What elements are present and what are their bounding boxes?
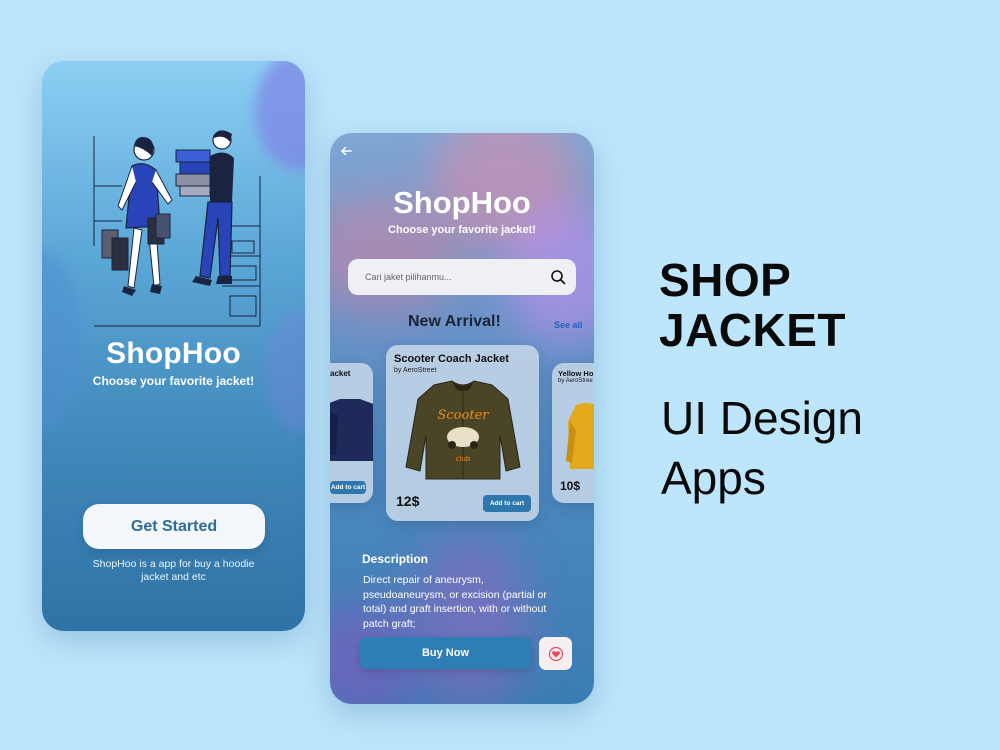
brand-tagline: Choose your favorite jacket! [388,224,536,236]
subheadline: UI Design Apps [661,388,991,508]
svg-text:Scooter: Scooter [438,408,490,423]
description-body: Direct repair of aneurysm, pseudoaneurys… [363,574,547,630]
onboarding-screen: ShopHoo Choose your favorite jacket! Get… [42,61,305,631]
headline-line-1: SHOP [659,254,792,306]
subheadline-line-2: Apps [661,452,766,504]
brand-title: ShopHoo [106,337,241,370]
favorite-button[interactable] [539,637,572,670]
product-card[interactable]: Yellow Ho by AeroStree 10$ [552,363,594,503]
hoodie-image [566,403,594,469]
heart-icon [548,646,563,661]
shopping-couple-illustration [93,130,261,327]
card-title: acket [330,369,351,378]
subheadline-line-1: UI Design [661,392,863,444]
card-brand: by AeroStree [558,378,593,384]
card-title: Scooter Coach Jacket [394,353,509,365]
brand-title: ShopHoo [393,185,531,220]
card-price: 12$ [396,493,420,509]
decorative-blob [255,61,305,171]
add-to-cart-button[interactable]: Add to cart [330,481,366,494]
jacket-image [330,399,373,461]
headline: SHOP JACKET [659,255,989,355]
product-screen: ShopHoo Choose your favorite jacket! New… [330,133,594,704]
product-card[interactable]: acket Add to cart [330,363,373,503]
product-card[interactable]: Scooter Coach Jacket by AeroStreet Scoot… [386,345,539,521]
arrow-left-icon[interactable] [340,145,354,159]
headline-line-2: JACKET [659,304,847,356]
brand-tagline: Choose your favorite jacket! [92,374,255,388]
search-icon[interactable] [550,269,566,285]
decorative-blob [265,311,305,431]
search-input[interactable] [365,272,550,282]
app-description: ShopHoo is a app for buy a hoodie jacket… [92,558,255,583]
svg-text:club: club [456,455,471,463]
get-started-button[interactable]: Get Started [83,504,265,549]
search-bar [348,259,576,295]
card-price: 10$ [560,479,581,493]
card-brand: by AeroStreet [394,367,437,374]
description-title: Description [362,552,429,566]
section-title: New Arrival! [408,313,501,330]
buy-now-button[interactable]: Buy Now [360,637,531,669]
see-all-link[interactable]: See all [554,320,583,330]
add-to-cart-button[interactable]: Add to cart [483,495,531,512]
jacket-image: Scooter club [405,380,521,480]
card-title: Yellow Ho [558,369,594,378]
